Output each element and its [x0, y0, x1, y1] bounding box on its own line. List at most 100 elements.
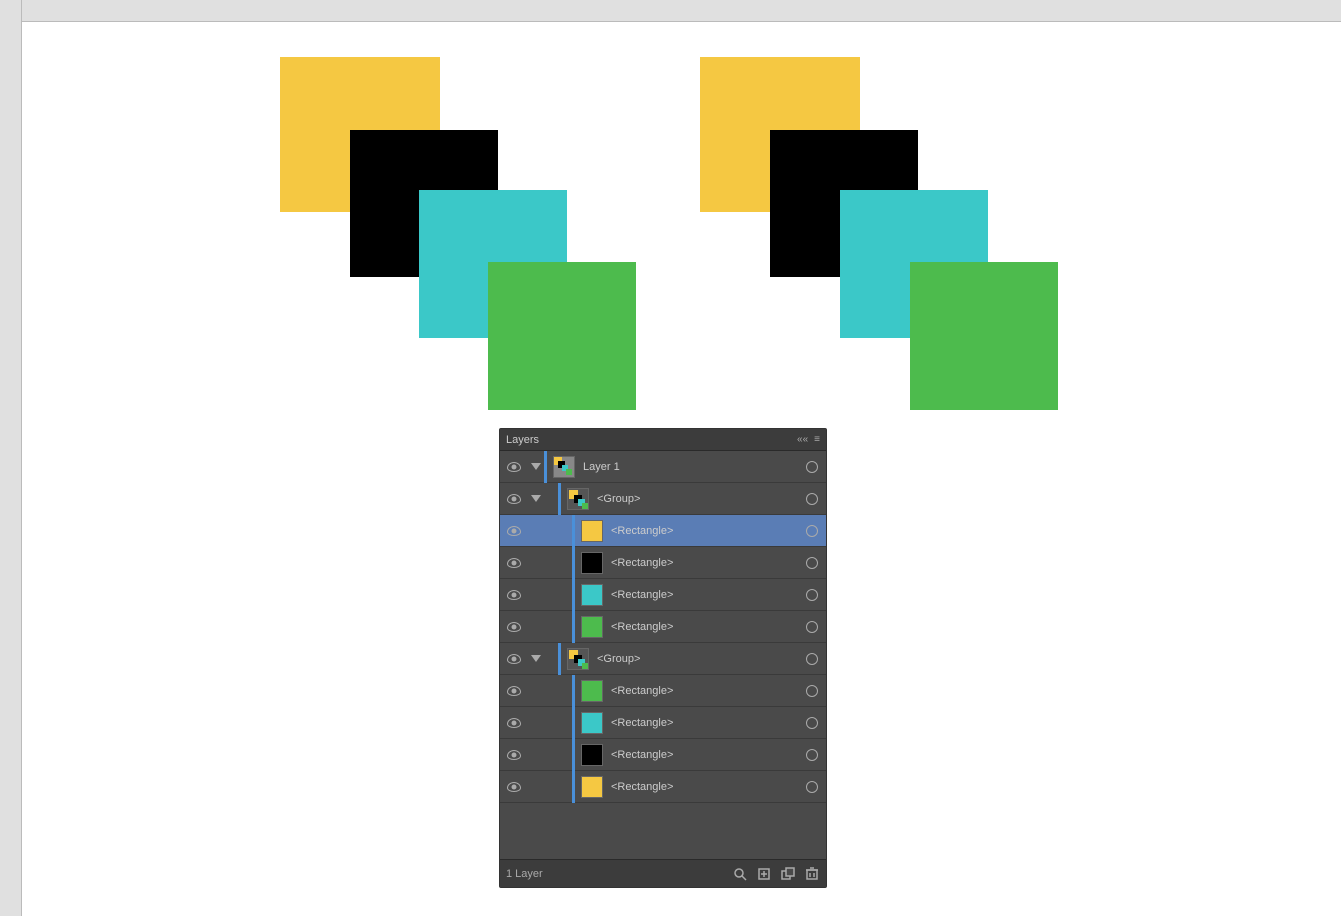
layer-row-rect8[interactable]: <Rectangle> — [500, 771, 826, 803]
eye-icon-rect2 — [507, 558, 521, 568]
thumb-layer1 — [553, 456, 575, 478]
eye-icon-cell-group2[interactable] — [500, 654, 528, 664]
eye-icon-cell-rect7[interactable] — [500, 750, 528, 760]
expand-layer1[interactable] — [528, 463, 544, 470]
circle-icon-rect8[interactable] — [802, 781, 822, 793]
expand-group2[interactable] — [528, 655, 544, 662]
circle-icon-rect4[interactable] — [802, 621, 822, 633]
layer-name-rect5: <Rectangle> — [609, 685, 802, 697]
circle-icon-rect6[interactable] — [802, 717, 822, 729]
layers-titlebar[interactable]: Layers «« ≡ — [500, 429, 826, 451]
eye-icon-cell-rect8[interactable] — [500, 782, 528, 792]
ruler-top — [22, 0, 1341, 22]
layers-footer: 1 Layer — [500, 859, 826, 887]
canvas-rect-green-left[interactable] — [488, 262, 636, 410]
eye-icon-cell-group1[interactable] — [500, 494, 528, 504]
layers-content[interactable]: Layer 1 <Group> — [500, 451, 826, 859]
circle-icon-rect7[interactable] — [802, 749, 822, 761]
ruler-left — [0, 0, 22, 916]
eye-icon-rect6 — [507, 718, 521, 728]
layer-row-rect7[interactable]: <Rectangle> — [500, 739, 826, 771]
eye-icon-cell-rect1[interactable] — [500, 526, 528, 536]
layer-row-rect2[interactable]: <Rectangle> — [500, 547, 826, 579]
blue-line-group2 — [558, 643, 561, 675]
eye-icon-rect1 — [507, 526, 521, 536]
expand-group1[interactable] — [528, 495, 544, 502]
layers-panel: Layers «« ≡ Layer — [499, 428, 827, 888]
delete-layer-icon[interactable] — [804, 866, 820, 882]
triangle-down-icon-group1 — [531, 495, 541, 502]
lock-circle-rect4 — [806, 621, 818, 633]
triangle-down-icon — [531, 463, 541, 470]
circle-icon-group2[interactable] — [802, 653, 822, 665]
circle-icon-group1[interactable] — [802, 493, 822, 505]
eye-icon-rect3 — [507, 590, 521, 600]
thumb-rect1 — [581, 520, 603, 542]
eye-icon-cell-rect3[interactable] — [500, 590, 528, 600]
duplicate-layer-icon[interactable] — [780, 866, 796, 882]
blue-line-rect5 — [572, 675, 575, 707]
thumb-cell-rect7 — [579, 744, 605, 766]
eye-icon-cell-rect2[interactable] — [500, 558, 528, 568]
lock-circle-rect7 — [806, 749, 818, 761]
layer-name-rect4: <Rectangle> — [609, 621, 802, 633]
lock-circle-icon — [806, 461, 818, 473]
circle-icon-layer1[interactable] — [802, 461, 822, 473]
layer-row-rect1[interactable]: <Rectangle> — [500, 515, 826, 547]
circle-icon-rect1[interactable] — [802, 525, 822, 537]
layer-name-layer1: Layer 1 — [581, 461, 802, 473]
layer-name-group2: <Group> — [595, 653, 802, 665]
eye-icon-rect7 — [507, 750, 521, 760]
thumb-cell-rect2 — [579, 552, 605, 574]
lock-circle-rect8 — [806, 781, 818, 793]
layer-row-group1[interactable]: <Group> — [500, 483, 826, 515]
blue-line-rect1 — [572, 515, 575, 547]
lock-circle-rect1 — [806, 525, 818, 537]
thumb-rect4 — [581, 616, 603, 638]
eye-icon-rect8 — [507, 782, 521, 792]
thumb-rect2 — [581, 552, 603, 574]
blue-line-layer1 — [544, 451, 547, 483]
new-layer-icon[interactable] — [756, 866, 772, 882]
layer-row-rect3[interactable]: <Rectangle> — [500, 579, 826, 611]
panel-menu-button[interactable]: ≡ — [814, 434, 820, 445]
circle-icon-rect5[interactable] — [802, 685, 822, 697]
titlebar-controls: «« ≡ — [797, 434, 820, 445]
eye-icon-cell-layer1[interactable] — [500, 462, 528, 472]
eye-icon-cell-rect5[interactable] — [500, 686, 528, 696]
lock-circle-group2 — [806, 653, 818, 665]
layer-row-rect5[interactable]: <Rectangle> — [500, 675, 826, 707]
search-icon[interactable] — [732, 866, 748, 882]
lock-circle-rect6 — [806, 717, 818, 729]
eye-icon-group1 — [507, 494, 521, 504]
eye-icon-rect5 — [507, 686, 521, 696]
thumb-group1 — [567, 488, 589, 510]
layer-row-group2[interactable]: <Group> — [500, 643, 826, 675]
layer-name-group1: <Group> — [595, 493, 802, 505]
thumb-cell-rect5 — [579, 680, 605, 702]
layer-name-rect2: <Rectangle> — [609, 557, 802, 569]
eye-icon-group2 — [507, 654, 521, 664]
layer-row-layer1[interactable]: Layer 1 — [500, 451, 826, 483]
circle-icon-rect3[interactable] — [802, 589, 822, 601]
layer-name-rect8: <Rectangle> — [609, 781, 802, 793]
blue-line-rect7 — [572, 739, 575, 771]
footer-icons — [732, 866, 820, 882]
eye-icon-cell-rect4[interactable] — [500, 622, 528, 632]
eye-icon-cell-rect6[interactable] — [500, 718, 528, 728]
layer-count: 1 Layer — [506, 868, 543, 880]
layer-name-rect6: <Rectangle> — [609, 717, 802, 729]
layer-name-rect1: <Rectangle> — [609, 525, 802, 537]
circle-icon-rect2[interactable] — [802, 557, 822, 569]
lock-circle-rect5 — [806, 685, 818, 697]
blue-line-group1 — [558, 483, 561, 515]
thumb-cell-rect3 — [579, 584, 605, 606]
thumb-cell-rect1 — [579, 520, 605, 542]
layer-row-rect4[interactable]: <Rectangle> — [500, 611, 826, 643]
thumb-rect8 — [581, 776, 603, 798]
titlebar-left: Layers — [506, 434, 539, 446]
layer-row-rect6[interactable]: <Rectangle> — [500, 707, 826, 739]
collapse-button[interactable]: «« — [797, 434, 808, 445]
canvas-rect-green-right[interactable] — [910, 262, 1058, 410]
layer-name-rect7: <Rectangle> — [609, 749, 802, 761]
